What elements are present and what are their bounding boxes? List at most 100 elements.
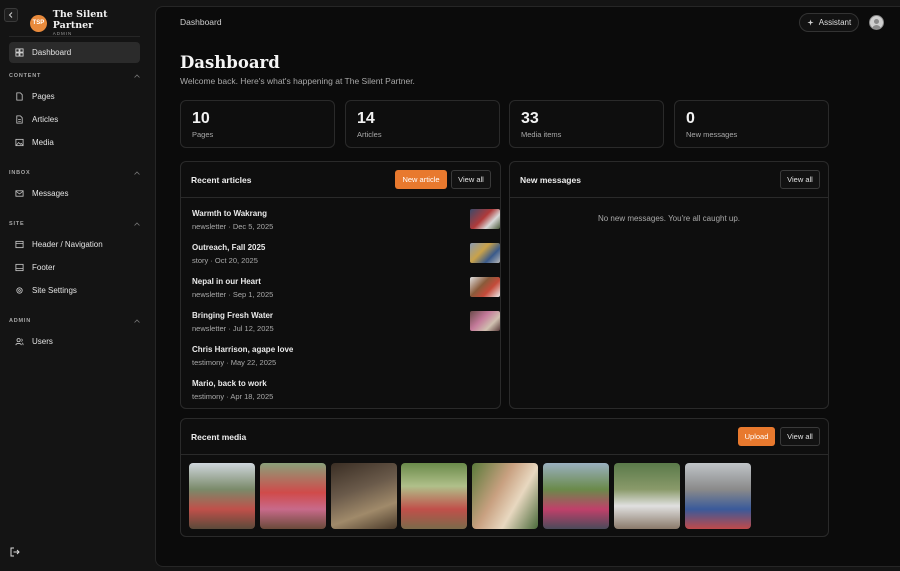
article-row[interactable]: Outreach, Fall 2025 story · Oct 20, 2025 bbox=[192, 243, 500, 273]
media-thumbnail[interactable] bbox=[614, 463, 680, 529]
view-all-media-button[interactable]: View all bbox=[780, 427, 820, 446]
image-icon bbox=[15, 138, 24, 147]
avatar[interactable] bbox=[869, 15, 884, 30]
view-all-messages-button[interactable]: View all bbox=[780, 170, 820, 189]
file-icon bbox=[16, 92, 23, 101]
layout-footer-icon bbox=[15, 263, 24, 272]
article-row[interactable]: Bringing Fresh Water newsletter · Jul 12… bbox=[192, 311, 500, 341]
page-title: Dashboard bbox=[180, 53, 280, 72]
chevron-up-icon bbox=[134, 74, 140, 78]
chevron-up-icon bbox=[134, 222, 140, 226]
chevron-up-icon bbox=[134, 319, 140, 323]
new-messages-card: New messages View all No new messages. Y… bbox=[509, 161, 829, 409]
logout-icon[interactable] bbox=[10, 547, 20, 557]
section-site-header[interactable]: SITE bbox=[9, 221, 140, 227]
brand-logo: TSP bbox=[30, 14, 47, 32]
sidebar: TSP The Silent Partner ADMIN Dashboard C… bbox=[0, 0, 150, 571]
media-thumbnail[interactable] bbox=[331, 463, 397, 529]
empty-state-text: No new messages. You're all caught up. bbox=[597, 214, 741, 223]
view-all-articles-button[interactable]: View all bbox=[451, 170, 491, 189]
recent-articles-card: Recent articles New article View all War… bbox=[180, 161, 501, 409]
brand-name: The Silent Partner bbox=[52, 9, 108, 31]
sidebar-item-label: Pages bbox=[32, 92, 55, 101]
users-icon bbox=[15, 338, 24, 346]
media-thumbnail[interactable] bbox=[543, 463, 609, 529]
section-admin-header[interactable]: ADMIN bbox=[9, 318, 140, 324]
dashboard-icon bbox=[15, 48, 24, 57]
sidebar-item-label: Site Settings bbox=[32, 286, 77, 295]
stat-value: 14 bbox=[357, 110, 375, 127]
article-row[interactable]: Mario, back to work testimony · Apr 18, … bbox=[192, 379, 492, 409]
stat-card-messages[interactable]: 0 New messages bbox=[674, 100, 829, 148]
stat-value: 33 bbox=[521, 110, 539, 127]
article-thumbnail bbox=[470, 277, 500, 297]
section-label: CONTENT bbox=[9, 73, 42, 79]
article-row[interactable]: Nepal in our Heart newsletter · Sep 1, 2… bbox=[192, 277, 500, 307]
article-meta: newsletter · Jul 12, 2025 bbox=[192, 324, 274, 333]
page-subtitle: Welcome back. Here's what's happening at… bbox=[180, 76, 415, 86]
layout-icon bbox=[15, 240, 24, 249]
sidebar-item-messages[interactable]: Messages bbox=[9, 183, 140, 204]
sidebar-item-header-navigation[interactable]: Header / Navigation bbox=[9, 234, 140, 255]
card-title: Recent articles bbox=[191, 175, 252, 185]
gear-icon bbox=[16, 287, 23, 294]
media-thumbnail[interactable] bbox=[472, 463, 538, 529]
media-thumbnail[interactable] bbox=[685, 463, 751, 529]
chevron-left-icon bbox=[8, 12, 13, 18]
main-panel: Dashboard Assistant Dashboard Welcome ba… bbox=[155, 6, 900, 567]
article-title: Warmth to Wakrang bbox=[192, 209, 267, 218]
article-meta: newsletter · Dec 5, 2025 bbox=[192, 222, 274, 231]
article-row[interactable]: Warmth to Wakrang newsletter · Dec 5, 20… bbox=[192, 209, 500, 239]
article-meta: testimony · Apr 18, 2025 bbox=[192, 392, 274, 401]
assistant-label: Assistant bbox=[818, 18, 852, 27]
section-label: SITE bbox=[9, 221, 25, 227]
sidebar-item-users[interactable]: Users bbox=[9, 331, 140, 352]
article-title: Outreach, Fall 2025 bbox=[192, 243, 266, 252]
sidebar-item-footer[interactable]: Footer bbox=[9, 257, 140, 278]
sidebar-item-label: Articles bbox=[32, 115, 59, 124]
sidebar-item-label: Users bbox=[32, 337, 53, 346]
sparkle-icon bbox=[807, 19, 814, 26]
sidebar-item-label: Header / Navigation bbox=[32, 240, 103, 249]
article-thumbnail bbox=[470, 243, 500, 263]
card-header: New messages View all bbox=[510, 162, 828, 198]
section-inbox-header[interactable]: INBOX bbox=[9, 170, 140, 176]
divider bbox=[9, 36, 140, 37]
sidebar-item-media[interactable]: Media bbox=[9, 132, 140, 153]
sidebar-item-articles[interactable]: Articles bbox=[9, 109, 140, 130]
section-content-header[interactable]: CONTENT bbox=[9, 73, 140, 79]
stat-card-media[interactable]: 33 Media items bbox=[509, 100, 664, 148]
upload-button[interactable]: Upload bbox=[738, 427, 775, 446]
card-title: Recent media bbox=[191, 432, 247, 442]
stat-label: Media items bbox=[521, 130, 562, 139]
media-thumbnail[interactable] bbox=[401, 463, 467, 529]
article-meta: story · Oct 20, 2025 bbox=[192, 256, 258, 265]
media-thumbnail[interactable] bbox=[260, 463, 326, 529]
assistant-button[interactable]: Assistant bbox=[799, 13, 859, 32]
article-row[interactable]: Chris Harrison, agape love testimony · M… bbox=[192, 345, 492, 375]
new-article-button[interactable]: New article bbox=[395, 170, 447, 189]
article-thumbnail bbox=[470, 209, 500, 229]
file-text-icon bbox=[16, 115, 23, 124]
breadcrumb: Dashboard bbox=[180, 17, 222, 27]
stat-label: Articles bbox=[357, 130, 382, 139]
recent-media-card: Recent media Upload View all bbox=[180, 418, 829, 537]
stat-value: 10 bbox=[192, 110, 210, 127]
stat-card-pages[interactable]: 10 Pages bbox=[180, 100, 335, 148]
sidebar-item-label: Messages bbox=[32, 189, 69, 198]
sidebar-item-label: Media bbox=[32, 138, 54, 147]
media-thumbnail[interactable] bbox=[189, 463, 255, 529]
article-meta: testimony · May 22, 2025 bbox=[192, 358, 277, 367]
article-title: Bringing Fresh Water bbox=[192, 311, 274, 320]
article-title: Chris Harrison, agape love bbox=[192, 345, 294, 354]
chevron-up-icon bbox=[134, 171, 140, 175]
sidebar-item-site-settings[interactable]: Site Settings bbox=[9, 280, 140, 301]
brand[interactable]: TSP The Silent Partner ADMIN bbox=[30, 9, 150, 37]
stat-card-articles[interactable]: 14 Articles bbox=[345, 100, 500, 148]
sidebar-item-dashboard[interactable]: Dashboard bbox=[9, 42, 140, 63]
article-title: Mario, back to work bbox=[192, 379, 267, 388]
stat-value: 0 bbox=[686, 110, 695, 127]
article-title: Nepal in our Heart bbox=[192, 277, 261, 286]
collapse-sidebar-button[interactable] bbox=[4, 8, 18, 22]
sidebar-item-pages[interactable]: Pages bbox=[9, 86, 140, 107]
